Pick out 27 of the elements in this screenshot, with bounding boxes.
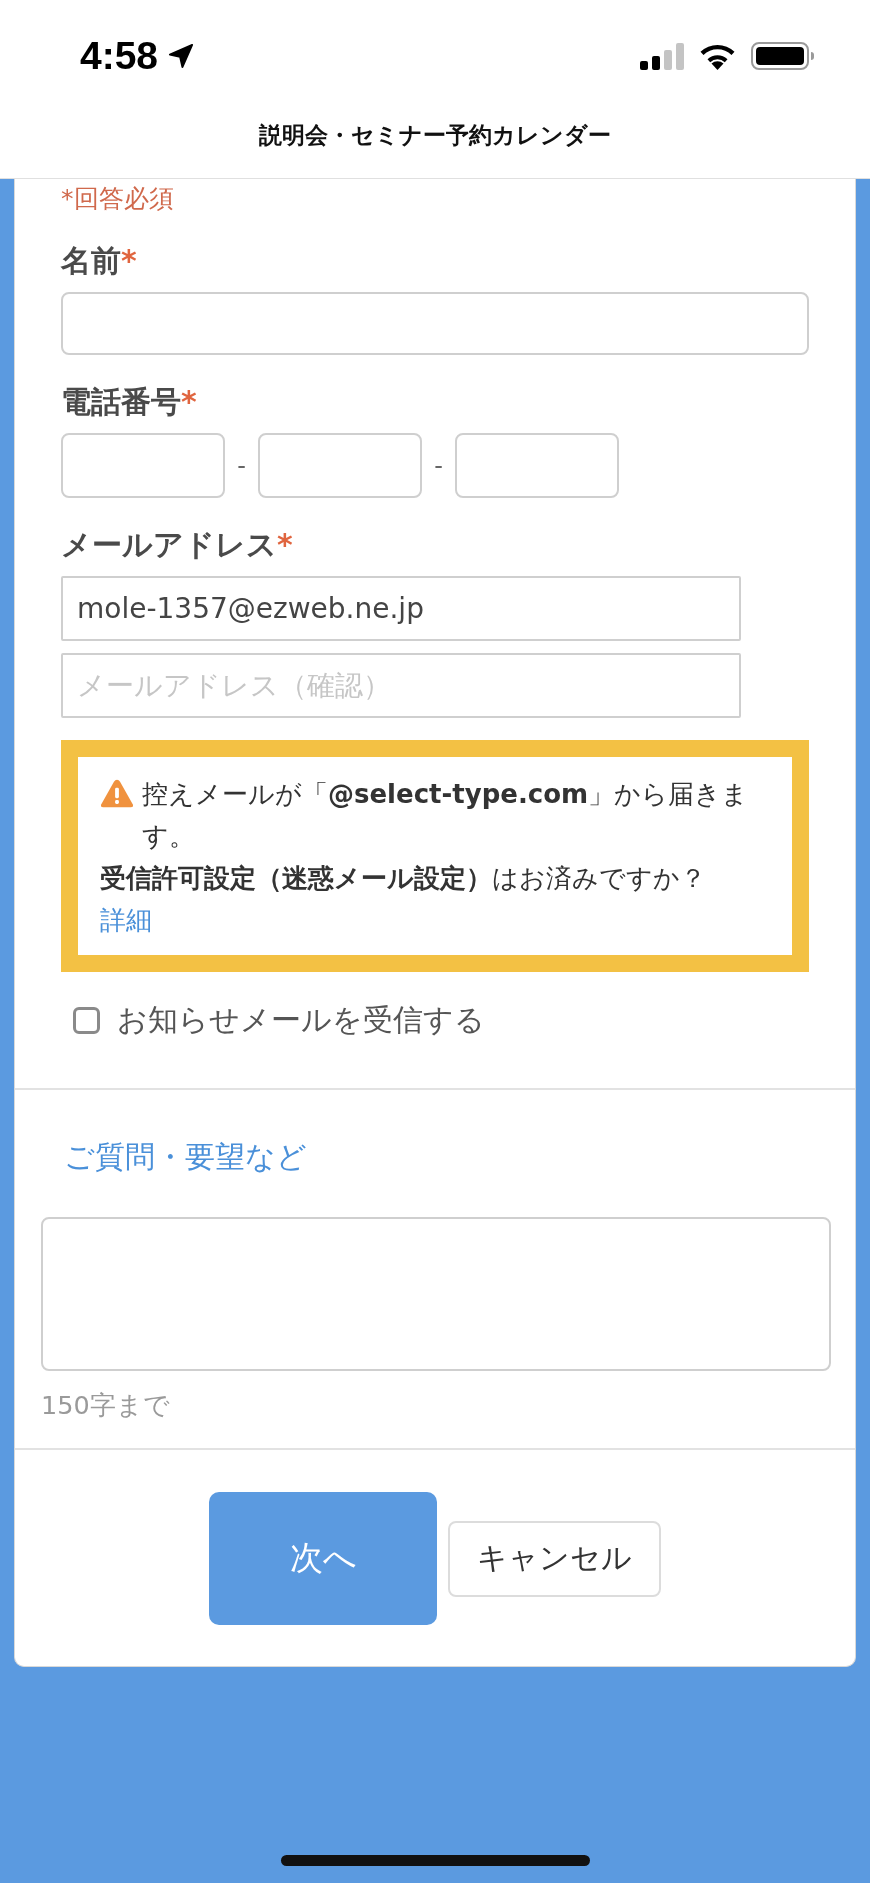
- checkbox[interactable]: [73, 1006, 100, 1034]
- signal-icon: [640, 42, 684, 70]
- location-arrow-icon: [168, 43, 195, 69]
- notice-text: 受信許可設定（迷惑メール設定）はお済みですか？: [100, 862, 707, 895]
- section-heading: ご質問・要望など: [63, 1138, 307, 1176]
- phone-input[interactable]: [258, 433, 422, 498]
- field-label: 電話番号*: [61, 384, 197, 420]
- wifi-icon: [699, 42, 736, 70]
- warning-icon: [100, 778, 134, 809]
- name-input[interactable]: [61, 292, 809, 355]
- page-title: 説明会・セミナー予約カレンダー: [259, 121, 611, 150]
- notice-text: 控えメールが「@select-type.com」から届きます。: [142, 778, 750, 853]
- checkbox-label[interactable]: お知らせメールを受信する: [117, 1000, 485, 1040]
- field-label: 名前*: [61, 243, 137, 279]
- battery-icon: [751, 42, 814, 70]
- phone-separator: -: [236, 451, 247, 480]
- field-label: メールアドレス*: [61, 527, 293, 563]
- phone-input[interactable]: [455, 433, 619, 498]
- required-note: *回答必須: [61, 184, 174, 214]
- status-time: 4:58: [80, 35, 159, 77]
- phone-separator: -: [433, 451, 444, 480]
- phone-input[interactable]: [61, 433, 225, 498]
- email-input[interactable]: mole-1357@ezweb.ne.jp: [61, 576, 741, 641]
- email-confirm-input[interactable]: メールアドレス（確認）: [61, 653, 741, 718]
- character-limit-hint: 150字まで: [41, 1389, 170, 1421]
- cancel-button[interactable]: キャンセル: [448, 1520, 661, 1597]
- comment-textarea[interactable]: [41, 1217, 831, 1371]
